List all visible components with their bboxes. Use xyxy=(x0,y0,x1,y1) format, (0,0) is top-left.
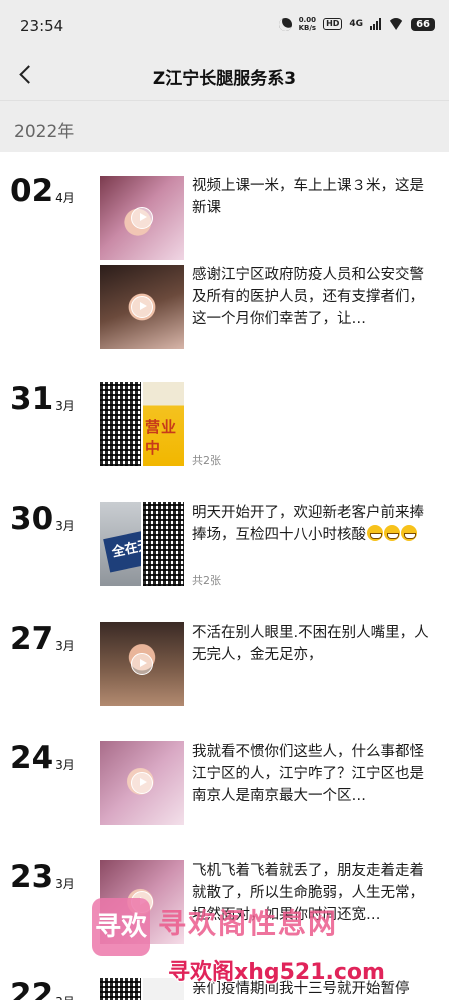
wifi-icon xyxy=(388,18,404,30)
post-month: 3月 xyxy=(55,399,75,413)
nav-bar: Z江宁长腿服务系3 xyxy=(0,52,449,100)
post-text[interactable]: 我就看不惯你们这些人，什么事都怪江宁区的人，江宁咋了？江宁区也是南京人是南京最大… xyxy=(192,741,436,807)
status-bar: 23:54 0.00 KB/s HD 4G 66 xyxy=(0,0,449,52)
watermark-url: 寻欢阁xhg521.com xyxy=(168,960,385,985)
grinning-emoji-icon xyxy=(384,525,400,541)
video-thumbnail[interactable] xyxy=(100,741,184,825)
street-text: 全在无 xyxy=(110,537,141,561)
image-count: 共2张 xyxy=(192,454,221,467)
post-date: 30 3月 xyxy=(10,502,75,536)
post-group: 30 3月 全在无 明天开始开了，欢迎新老客户前来捧捧场，互检四十八小时核酸 共… xyxy=(0,502,449,592)
post-text[interactable]: 不活在别人眼里.不困在别人嘴里，人无完人，金无足亦， xyxy=(192,622,436,666)
post-day: 31 xyxy=(10,381,54,417)
post-date: 22 3月 xyxy=(10,978,75,1000)
net-speed: 0.00 KB/s xyxy=(299,16,316,32)
video-thumbnail[interactable] xyxy=(100,265,184,349)
net-speed-unit: KB/s xyxy=(298,24,317,32)
post-month: 3月 xyxy=(55,519,75,533)
year-label: 2022年 xyxy=(14,122,75,142)
status-time: 23:54 xyxy=(20,17,64,35)
post-month: 3月 xyxy=(55,877,75,891)
watermark: 寻欢 寻欢阁性息网 寻欢阁xhg521.com xyxy=(88,890,449,1000)
post-group: 27 3月 不活在别人眼里.不困在别人嘴里，人无完人，金无足亦， xyxy=(0,622,449,712)
sign-text: 营业中 xyxy=(145,418,178,457)
post-day: 27 xyxy=(10,621,54,657)
signal-icon xyxy=(370,18,382,30)
post-day: 24 xyxy=(10,740,54,776)
net-speed-value: 0.00 xyxy=(298,16,316,24)
post-day: 30 xyxy=(10,501,54,537)
post-date: 27 3月 xyxy=(10,622,75,656)
post-month: 4月 xyxy=(55,191,75,205)
play-icon xyxy=(131,653,153,675)
post-group: 31 3月 营业中 共2张 xyxy=(0,382,449,472)
battery-icon: 66 xyxy=(411,17,435,31)
play-icon xyxy=(131,296,153,318)
video-thumbnail[interactable] xyxy=(100,176,184,260)
play-icon xyxy=(131,772,153,794)
street-sign-image[interactable]: 全在无 xyxy=(100,502,141,586)
post-day: 22 xyxy=(10,977,54,1000)
street-plate: 全在无 xyxy=(103,525,141,573)
play-icon xyxy=(131,207,153,229)
post-text[interactable]: 明天开始开了，欢迎新老客户前来捧捧场，互检四十八小时核酸 xyxy=(192,502,436,546)
moon-icon xyxy=(276,15,294,33)
year-header: 2022年 xyxy=(0,100,449,152)
grinning-emoji-icon xyxy=(367,525,383,541)
video-thumbnail[interactable] xyxy=(100,622,184,706)
image-count: 共2张 xyxy=(192,574,221,587)
qr-code-image[interactable] xyxy=(100,382,141,466)
post-date: 02 4月 xyxy=(10,174,75,208)
status-icons: 0.00 KB/s HD 4G 66 xyxy=(276,15,435,33)
grinning-emoji-icon xyxy=(401,525,417,541)
post-text[interactable]: 视频上课一米，车上上课３米，这是新课 xyxy=(192,175,436,219)
post-group: 02 4月 视频上课一米，车上上课３米，这是新课 感谢江宁区政府防疫人员和公安交… xyxy=(0,174,449,354)
watermark-name: 寻欢阁性息网 xyxy=(158,907,339,940)
post-day: 02 xyxy=(10,173,54,209)
network-type: 4G xyxy=(349,19,364,29)
post-month: 3月 xyxy=(55,758,75,772)
moments-feed[interactable]: 02 4月 视频上课一米，车上上课３米，这是新课 感谢江宁区政府防疫人员和公安交… xyxy=(0,152,449,1000)
post-month: 3月 xyxy=(55,639,75,653)
post-date: 24 3月 xyxy=(10,741,75,775)
post-text[interactable]: 感谢江宁区政府防疫人员和公安交警及所有的医护人员，还有支撑者们，这一个月你们幸苦… xyxy=(192,264,436,330)
post-group: 24 3月 我就看不惯你们这些人，什么事都怪江宁区的人，江宁咋了？江宁区也是南京… xyxy=(0,741,449,831)
post-month: 3月 xyxy=(55,992,75,1000)
hd-badge: HD xyxy=(323,18,343,30)
shop-sign-image[interactable]: 营业中 xyxy=(143,382,184,466)
post-date: 23 3月 xyxy=(10,860,75,894)
post-day: 23 xyxy=(10,859,54,895)
post-date: 31 3月 xyxy=(10,382,75,416)
qr-code-image[interactable] xyxy=(143,502,184,586)
watermark-logo: 寻欢 xyxy=(92,898,150,956)
page-title: Z江宁长腿服务系3 xyxy=(152,69,297,89)
